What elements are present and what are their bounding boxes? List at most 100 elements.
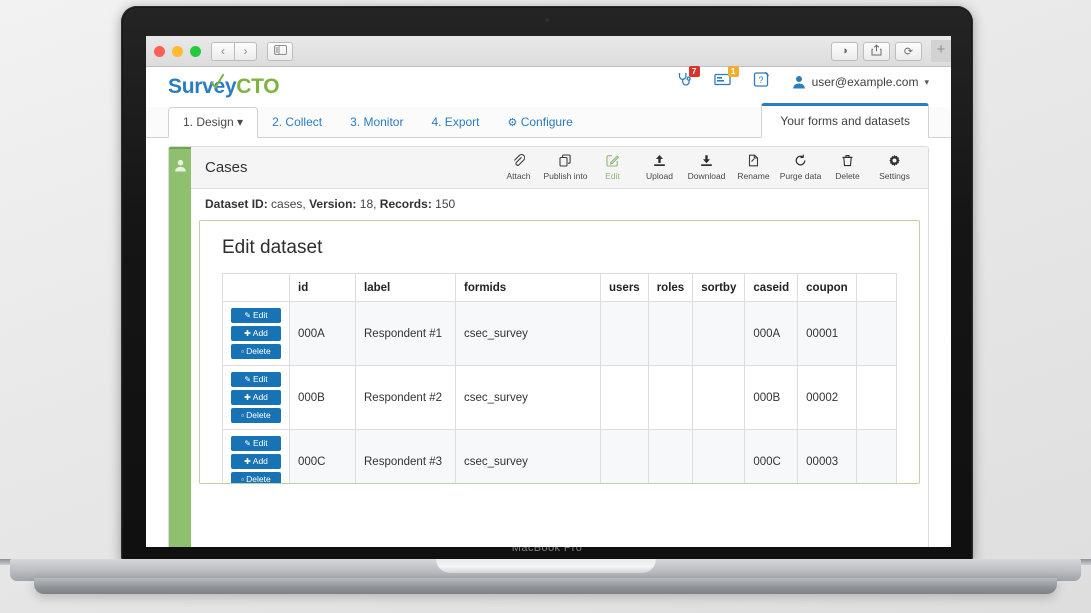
row-delete-button[interactable]: ▫Delete [231, 472, 281, 484]
cell-id[interactable]: 000B [290, 366, 356, 430]
window-controls[interactable] [154, 46, 201, 57]
share-button[interactable] [863, 42, 890, 61]
upload-icon [636, 154, 683, 170]
col-users[interactable]: users [601, 274, 649, 302]
cell-users[interactable] [601, 430, 649, 485]
table-header-row: id label formids users roles sortby case… [223, 274, 897, 302]
row-actions: ✎Edit ✚Add ▫Delete [223, 430, 290, 485]
logo-text-cto: CTO [236, 75, 279, 98]
row-delete-button[interactable]: ▫Delete [231, 344, 281, 359]
toolbar-delete-button[interactable]: Delete [824, 154, 871, 181]
navigation-buttons[interactable]: ‹ › [211, 42, 257, 61]
cell-formids[interactable]: csec_survey [456, 366, 601, 430]
col-roles[interactable]: roles [648, 274, 693, 302]
toolbar-download-button[interactable]: Download [683, 154, 730, 181]
help-icon: ? [753, 71, 770, 93]
row-edit-button[interactable]: ✎Edit [231, 372, 281, 387]
cell-label[interactable]: Respondent #2 [356, 366, 456, 430]
surveycto-logo[interactable]: SurveyCTO [168, 75, 279, 99]
cell-coupon[interactable]: 00003 [798, 430, 857, 485]
tab-export[interactable]: 4. Export [417, 108, 493, 137]
pencil-icon: ✎ [244, 311, 251, 320]
cell-roles[interactable] [648, 430, 693, 485]
row-add-button[interactable]: ✚Add [231, 326, 281, 341]
cell-roles[interactable] [648, 366, 693, 430]
tab-design[interactable]: 1. Design ▾ [168, 107, 258, 138]
toolbar-settings-button[interactable]: Settings [871, 154, 918, 181]
sidebar-icon [274, 42, 287, 60]
col-label[interactable]: label [356, 274, 456, 302]
minimize-window-button[interactable] [172, 46, 183, 57]
cell-users[interactable] [601, 366, 649, 430]
row-edit-button[interactable]: ✎Edit [231, 436, 281, 451]
tab-collect[interactable]: 2. Collect [258, 108, 336, 137]
cell-id[interactable]: 000C [290, 430, 356, 485]
avatar-icon [792, 75, 806, 89]
laptop-device: MacBook Pro ‹ › ◑ [0, 0, 1091, 613]
laptop-base-front [34, 578, 1057, 594]
user-menu[interactable]: user@example.com ▾ [792, 75, 929, 89]
new-tab-button[interactable]: + [931, 40, 951, 62]
back-button[interactable]: ‹ [211, 42, 234, 61]
cell-coupon[interactable]: 00002 [798, 366, 857, 430]
row-edit-button[interactable]: ✎Edit [231, 308, 281, 323]
toolbar-attach-button[interactable]: Attach [495, 154, 542, 181]
dataset-id-value: cases, [271, 197, 306, 211]
toolbar-purge-data-button[interactable]: Purge data [777, 154, 824, 181]
col-coupon[interactable]: coupon [798, 274, 857, 302]
toolbar-publish-into-button[interactable]: Publish into [542, 154, 589, 181]
refresh-button[interactable]: ⟳ [895, 42, 922, 61]
col-caseid[interactable]: caseid [745, 274, 798, 302]
cell-formids[interactable]: csec_survey [456, 302, 601, 366]
close-window-button[interactable] [154, 46, 165, 57]
col-id[interactable]: id [290, 274, 356, 302]
row-delete-button[interactable]: ▫Delete [231, 408, 281, 423]
cell-caseid[interactable]: 000C [745, 430, 798, 485]
trash-icon: ▫ [241, 411, 244, 420]
plus-icon: ✚ [244, 329, 251, 338]
toolbar-attach-label: Attach [506, 171, 530, 181]
cell-sortby[interactable] [693, 302, 745, 366]
support-button[interactable]: 7 [675, 71, 692, 93]
forward-button[interactable]: › [234, 42, 257, 61]
cell-sortby[interactable] [693, 366, 745, 430]
toolbar-rename-button[interactable]: Rename [730, 154, 777, 181]
help-button[interactable]: ? [753, 71, 770, 93]
toolbar-purge-data-label: Purge data [780, 171, 822, 181]
refresh-icon: ⟳ [904, 45, 913, 58]
cell-coupon[interactable]: 00001 [798, 302, 857, 366]
col-formids[interactable]: formids [456, 274, 601, 302]
tab-configure[interactable]: ⚙ Configure [494, 108, 587, 137]
row-add-button[interactable]: ✚Add [231, 390, 281, 405]
col-sortby[interactable]: sortby [693, 274, 745, 302]
cell-users[interactable] [601, 302, 649, 366]
cell-formids[interactable]: csec_survey [456, 430, 601, 485]
dataset-panel-body: Cases Attach [191, 147, 928, 547]
row-actions: ✎Edit ✚Add ▫Delete [223, 366, 290, 430]
cell-roles[interactable] [648, 302, 693, 366]
pencil-icon: ✎ [244, 439, 251, 448]
maximize-window-button[interactable] [190, 46, 201, 57]
version-value: 18, [360, 197, 377, 211]
pencil-square-icon [589, 154, 636, 170]
web-page: SurveyCTO 7 [146, 67, 951, 547]
toolbar-upload-button[interactable]: Upload [636, 154, 683, 181]
sidebar-toggle-button[interactable] [267, 42, 293, 61]
cell-caseid[interactable]: 000B [745, 366, 798, 430]
toolbar-edit-button[interactable]: Edit [589, 154, 636, 181]
cell-id[interactable]: 000A [290, 302, 356, 366]
tab-your-forms-and-datasets[interactable]: Your forms and datasets [761, 103, 929, 138]
laptop-notch [436, 559, 656, 573]
tab-monitor[interactable]: 3. Monitor [336, 108, 417, 137]
toolbar-edit-label: Edit [605, 171, 620, 181]
reader-button[interactable]: ◑ [831, 42, 858, 61]
cell-label[interactable]: Respondent #1 [356, 302, 456, 366]
toolbar-rename-label: Rename [737, 171, 769, 181]
cell-label[interactable]: Respondent #3 [356, 430, 456, 485]
tab-configure-label: Configure [521, 115, 573, 129]
trash-icon: ▫ [241, 347, 244, 356]
messages-button[interactable]: 1 [714, 71, 731, 93]
cell-sortby[interactable] [693, 430, 745, 485]
cell-caseid[interactable]: 000A [745, 302, 798, 366]
row-add-button[interactable]: ✚Add [231, 454, 281, 469]
